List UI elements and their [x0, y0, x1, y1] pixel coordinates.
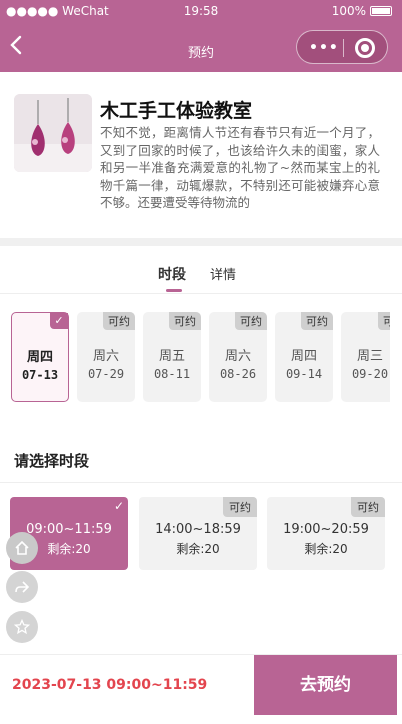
selected-datetime: 2023-07-13 09:00~11:59	[12, 677, 208, 693]
available-badge: 可约	[169, 312, 201, 330]
book-button[interactable]: 去预约	[254, 655, 397, 715]
date-value: 09-14	[285, 367, 323, 381]
favorite-button[interactable]	[6, 611, 38, 643]
available-badge: 可约	[223, 497, 257, 517]
nav-bar: 预约 •••	[0, 26, 402, 72]
date-value: 08-26	[219, 367, 257, 381]
slot-time-range: 14:00~18:59	[155, 522, 241, 537]
time-slot[interactable]: 可约 14:00~18:59 剩余:20	[139, 497, 257, 570]
date-value: 07-29	[87, 367, 125, 381]
status-bar: ●●●●● WeChat 19:58 100%	[0, 0, 402, 22]
booking-bar: 2023-07-13 09:00~11:59 去预约	[0, 654, 402, 715]
share-button[interactable]	[6, 571, 38, 603]
battery-icon	[370, 6, 392, 16]
mini-program-capsule: •••	[296, 30, 388, 64]
date-value: 07-13	[21, 368, 59, 382]
date-weekday: 周四	[290, 349, 317, 364]
class-description: 不知不觉，距离情人节还有春节只有近一个月了，又到了回家的时候了，也该给许久未的闺…	[100, 125, 380, 210]
section-divider-line	[0, 482, 402, 483]
date-card[interactable]: 可 周三 09-20	[341, 312, 390, 402]
check-icon: ✓	[113, 499, 124, 513]
date-value: 09-20	[351, 367, 389, 381]
date-weekday: 周六	[224, 349, 251, 364]
capsule-divider	[343, 39, 344, 57]
active-tab-indicator	[166, 289, 182, 292]
available-badge: 可约	[301, 312, 333, 330]
earrings-image	[14, 94, 92, 172]
date-weekday: 周六	[92, 349, 119, 364]
class-title: 木工手工体验教室	[100, 100, 253, 122]
section-divider	[0, 238, 402, 246]
available-badge: 可约	[103, 312, 135, 330]
date-weekday: 周三	[356, 349, 383, 364]
product-image	[14, 94, 92, 172]
class-intro: 木工手工体验教室 不知不觉，距离情人节还有春节只有近一个月了，又到了回家的时候了…	[0, 72, 402, 238]
date-card[interactable]: 可约 周六 08-26	[209, 312, 267, 402]
tab-bar: 时段 详情	[0, 246, 402, 294]
date-card[interactable]: ✓ 周四 07-13	[11, 312, 69, 402]
star-icon	[13, 618, 31, 635]
date-selector: ✓ 周四 07-13 可约 周六 07-29 可约 周五 08-11 可约 周六…	[0, 312, 390, 404]
check-icon: ✓	[50, 313, 68, 329]
date-card[interactable]: 可约 周四 09-14	[275, 312, 333, 402]
available-badge: 可约	[235, 312, 267, 330]
date-card[interactable]: 可约 周六 07-29	[77, 312, 135, 402]
home-icon	[15, 540, 29, 555]
date-weekday: 周五	[158, 349, 185, 364]
section-title: 请选择时段	[14, 452, 90, 470]
time-slot-list: ✓ 09:00~11:59 剩余:20 可约 14:00~18:59 剩余:20…	[0, 497, 402, 571]
available-badge: 可约	[351, 497, 385, 517]
share-icon	[15, 581, 30, 593]
date-value: 08-11	[153, 367, 191, 381]
battery-indicator: 100%	[332, 4, 392, 18]
home-button[interactable]	[6, 532, 38, 564]
date-weekday: 周四	[26, 350, 53, 365]
date-card[interactable]: 可约 周五 08-11	[143, 312, 201, 402]
slot-remaining: 剩余:20	[304, 542, 348, 556]
time-slot[interactable]: 可约 19:00~20:59 剩余:20	[267, 497, 385, 570]
available-badge: 可	[378, 312, 390, 330]
top-bar: ●●●●● WeChat 19:58 100% 预约 •••	[0, 0, 402, 72]
slot-time-range: 19:00~20:59	[283, 522, 369, 537]
more-menu-button[interactable]: •••	[309, 40, 339, 56]
battery-label: 100%	[331, 4, 366, 18]
tab-time-slots[interactable]: 时段	[158, 264, 186, 284]
tab-details[interactable]: 详情	[210, 264, 236, 283]
slot-remaining: 剩余:20	[176, 542, 220, 556]
close-mini-program-button[interactable]	[355, 38, 375, 58]
